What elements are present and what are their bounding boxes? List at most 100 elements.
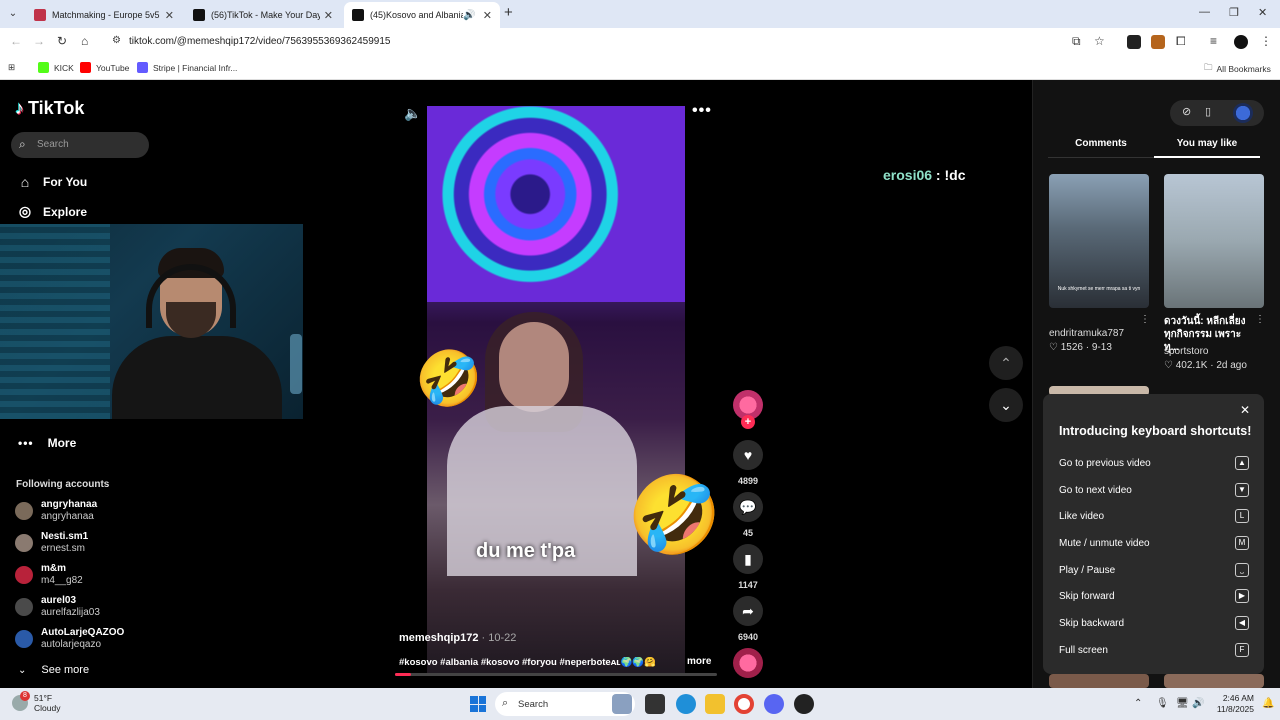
recommended-likes: 402.1K	[1175, 360, 1208, 371]
see-more-button[interactable]: ⌄ See more	[18, 664, 89, 676]
browser-tab[interactable]: Matchmaking - Europe 5v5 Qu ✕	[26, 2, 182, 28]
discord-icon[interactable]	[764, 694, 784, 714]
more-label: More	[47, 436, 77, 450]
account-handle: aurelfazlija03	[41, 607, 100, 618]
video-progress-bar[interactable]	[395, 673, 717, 676]
apps-grid-icon[interactable]: ⊞	[8, 62, 15, 73]
tiktok-logo[interactable]: ♪ TikTok	[15, 98, 84, 119]
microphone-icon[interactable]: 🎙	[1156, 698, 1169, 709]
explore-compass-icon[interactable]: ⊘	[1182, 105, 1191, 118]
extension-icon[interactable]	[1127, 35, 1141, 49]
browser-menu-icon[interactable]: ⋮	[1260, 34, 1272, 48]
close-window-button[interactable]: ✕	[1258, 6, 1267, 19]
nav-for-you[interactable]: ⌂ For You	[16, 174, 87, 190]
video-background-screen	[427, 106, 685, 302]
extension-icon[interactable]	[1151, 35, 1165, 49]
user-avatar[interactable]	[1233, 103, 1253, 123]
bookmark-star-icon[interactable]: ☆	[1094, 34, 1105, 48]
account-handle: ernest.sm	[41, 543, 85, 554]
mobile-app-icon[interactable]: ▯	[1205, 105, 1211, 118]
reading-list-icon[interactable]: ≡	[1210, 34, 1217, 48]
more-options-icon[interactable]: ⋮	[1140, 314, 1150, 325]
home-icon[interactable]: ⌂	[81, 34, 88, 48]
close-icon[interactable]: ✕	[1240, 403, 1250, 417]
system-clock[interactable]: 2:46 AM 11/8/2025	[1214, 693, 1254, 715]
weather-condition: Cloudy	[34, 703, 61, 713]
following-account[interactable]: m&m m4__g82	[15, 563, 83, 587]
browser-tab-active[interactable]: (45)Kosovo and Albania: A 🔊 ✕	[344, 2, 500, 28]
install-app-icon[interactable]: ⧉	[1072, 34, 1081, 49]
share-arrow-icon[interactable]: ➦	[733, 596, 763, 626]
audio-playing-icon[interactable]: 🔊	[463, 10, 475, 21]
all-bookmarks-button[interactable]: 🗀 All Bookmarks	[1204, 62, 1271, 76]
weather-widget[interactable]: 8 51°F Cloudy	[12, 691, 61, 713]
bookmark-icon[interactable]: ▮	[733, 544, 763, 574]
profile-avatar[interactable]	[1234, 35, 1248, 49]
tab-title: (45)Kosovo and Albania: A	[370, 10, 464, 20]
url-text[interactable]: tiktok.com/@memeshqip172/video/756395536…	[129, 36, 390, 47]
previous-video-arrow-icon[interactable]: ⌃	[989, 346, 1023, 380]
notifications-bell-icon[interactable]: 🔔	[1262, 698, 1274, 709]
forward-arrow-icon[interactable]: →	[33, 34, 45, 48]
tab-comments[interactable]: Comments	[1048, 138, 1154, 149]
clock-time: 2:46 AM	[1222, 693, 1254, 703]
description-more-button[interactable]: more	[687, 656, 711, 667]
windows-start-icon[interactable]	[470, 696, 486, 712]
next-video-arrow-icon[interactable]: ⌄	[989, 388, 1023, 422]
like-heart-icon[interactable]: ♥	[733, 440, 763, 470]
following-account[interactable]: angryhanaa angryhanaa	[15, 499, 97, 523]
edge-browser-icon[interactable]	[676, 694, 696, 714]
tab-you-may-like[interactable]: You may like	[1154, 138, 1260, 158]
close-tab-icon[interactable]: ✕	[324, 9, 333, 22]
network-icon[interactable]: 🖥	[1176, 698, 1189, 709]
video-hashtags[interactable]: #kosovo #albania #kosovo #foryou #neperb…	[399, 657, 669, 668]
back-arrow-icon[interactable]: ←	[10, 34, 22, 48]
recommended-author[interactable]: endritramuka787	[1049, 328, 1124, 339]
video-author[interactable]: memeshqip172 · 10-22	[399, 632, 516, 644]
shortcut-key: L	[1235, 509, 1249, 523]
bookmark-youtube[interactable]: YouTube	[80, 62, 129, 73]
site-info-icon[interactable]: ⚙	[112, 35, 121, 46]
search-highlight-icon[interactable]	[612, 694, 632, 714]
following-account[interactable]: Nesti.sm1 ernest.sm	[15, 531, 88, 555]
music-disc-icon[interactable]	[733, 648, 763, 678]
reload-icon[interactable]: ↻	[57, 34, 67, 48]
bookmark-stripe[interactable]: Stripe | Financial Infr...	[137, 62, 237, 73]
restore-window-button[interactable]: ❐	[1229, 6, 1239, 19]
browser-tab[interactable]: (56)TikTok - Make Your Day ✕	[185, 2, 341, 28]
volume-icon[interactable]: 🔈	[404, 105, 421, 122]
task-view-icon[interactable]	[645, 694, 665, 714]
search-input[interactable]: ⌕ Search	[11, 132, 149, 158]
following-account[interactable]: AutoLarjeQAZOO autolarjeqazo	[15, 627, 124, 651]
nav-more[interactable]: ••• More	[18, 436, 76, 450]
recommended-video-thumbnail[interactable]: Nuk shkymet se merr mrapa sa ti vyn	[1049, 174, 1149, 308]
following-account[interactable]: aurel03 aurelfazlija03	[15, 595, 100, 619]
new-tab-button[interactable]: +	[504, 4, 513, 21]
app-icon[interactable]	[794, 694, 814, 714]
shortcut-key: F	[1235, 643, 1249, 657]
follow-plus-icon[interactable]: +	[741, 415, 755, 429]
speaker-icon[interactable]: 🔊	[1192, 698, 1204, 709]
comment-icon[interactable]: 💬	[733, 492, 763, 522]
recommended-video-thumbnail[interactable]	[1164, 674, 1264, 688]
video-options-icon[interactable]: •••	[692, 102, 712, 120]
address-bar[interactable]: ⚙ tiktok.com/@memeshqip172/video/7563955…	[104, 31, 1114, 53]
minimize-window-button[interactable]: —	[1199, 6, 1210, 18]
close-tab-icon[interactable]: ✕	[483, 9, 492, 22]
file-explorer-icon[interactable]	[705, 694, 725, 714]
tab-search-button[interactable]: ⌄	[4, 5, 22, 23]
rofl-emoji: 🤣	[627, 473, 722, 558]
tray-overflow-chevron-icon[interactable]: ⌃	[1134, 698, 1142, 709]
bookmark-kick[interactable]: KICK	[38, 62, 74, 73]
author-name[interactable]: memeshqip172	[399, 632, 478, 644]
video-date: 10-22	[488, 632, 517, 644]
extensions-puzzle-icon[interactable]: ⧠	[1176, 34, 1186, 49]
recommended-author[interactable]: sportstoro	[1164, 346, 1208, 357]
close-tab-icon[interactable]: ✕	[165, 9, 174, 22]
recommended-video-thumbnail[interactable]	[1164, 174, 1264, 308]
nav-explore[interactable]: ◎ Explore	[16, 203, 87, 220]
search-icon: ⌕	[19, 137, 26, 151]
more-options-icon[interactable]: ⋮	[1255, 314, 1265, 325]
chrome-icon[interactable]	[734, 694, 754, 714]
recommended-video-thumbnail[interactable]	[1049, 674, 1149, 688]
